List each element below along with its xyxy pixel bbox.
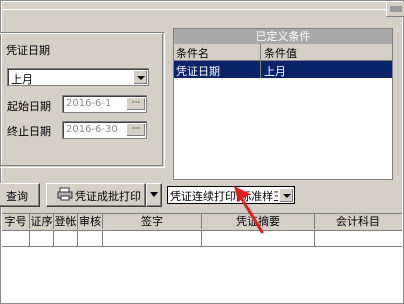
query-button[interactable]: 查询 [0, 183, 40, 207]
filter-panel: 凭证日期 上月 起始日期 2016-6-1 ··· 终止日期 2016-6-30… [0, 2, 404, 213]
printer-icon [57, 187, 73, 201]
batch-print-button[interactable]: 凭证成批打印 [46, 183, 146, 207]
batch-print-dropdown[interactable] [146, 183, 162, 207]
chevron-down-icon[interactable] [279, 188, 293, 202]
grid-empty-row[interactable] [2, 230, 402, 247]
end-date-label: 终止日期 [7, 125, 51, 138]
condition-name-header: 条件名 [176, 47, 209, 60]
grid-header-account[interactable]: 会计科目 [315, 214, 401, 229]
top-strip [2, 2, 402, 10]
red-arrow-annotation [234, 186, 264, 234]
condition-row-value: 上月 [264, 65, 286, 78]
period-select[interactable]: 上月 [7, 68, 149, 86]
grid-header-voucher-no[interactable]: 字号 [2, 214, 30, 229]
voucher-date-label: 凭证日期 [6, 44, 50, 57]
window-frame: 凭证日期 上月 起始日期 2016-6-1 ··· 终止日期 2016-6-30… [0, 0, 404, 304]
defined-conditions-title: 已定义条件 [174, 29, 392, 44]
grid-header-audited[interactable]: 审核 [78, 214, 103, 229]
start-date-value: 2016-6-1 [66, 98, 112, 109]
start-date-field[interactable]: 2016-6-1 ··· [62, 95, 147, 113]
chevron-down-icon [150, 192, 158, 197]
end-date-value: 2016-6-30 [66, 124, 118, 135]
conditions-header: 条件名 条件值 [174, 44, 392, 61]
condition-value-header: 条件值 [264, 47, 297, 60]
grid-header-posted[interactable]: 登帐 [54, 214, 78, 229]
grid-header-signed[interactable]: 签字 [103, 214, 202, 229]
close-icon[interactable] [386, 2, 404, 17]
defined-conditions-panel: 已定义条件 条件名 条件值 凭证日期 上月 [173, 28, 393, 180]
period-select-value: 上月 [11, 73, 33, 86]
start-date-picker-button[interactable]: ··· [126, 97, 145, 110]
condition-row-name: 凭证日期 [176, 65, 220, 78]
chevron-down-icon[interactable] [133, 70, 147, 84]
condition-row[interactable]: 凭证日期 上月 [174, 61, 392, 78]
batch-print-label: 凭证成批打印 [75, 190, 141, 203]
end-date-field[interactable]: 2016-6-30 ··· [62, 121, 147, 139]
voucher-grid: 字号 证序 登帐 审核 签字 凭证摘要 会计科目 [2, 213, 402, 247]
grid-header-sequence[interactable]: 证序 [30, 214, 54, 229]
end-date-picker-button[interactable]: ··· [126, 123, 145, 136]
query-button-label: 查询 [6, 190, 28, 203]
start-date-label: 起始日期 [7, 100, 51, 113]
